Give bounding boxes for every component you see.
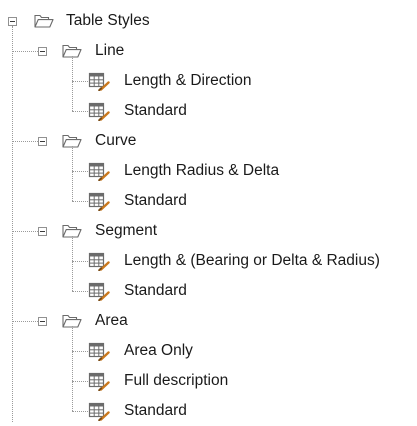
tree-connector [72,351,88,352]
tree-leaf-label: Length & (Bearing or Delta & Radius) [124,252,380,269]
tree-leaf-style[interactable] [60,276,417,306]
tree-connector [12,51,38,52]
tree-connector [12,321,38,322]
table-style-icon [88,192,110,211]
tree-leaf-label: Length & Direction [124,72,252,89]
tree-connector [72,111,88,112]
tree-connector [72,261,88,262]
tree-connector [72,381,88,382]
table-style-icon [88,342,110,361]
group-expander[interactable] [38,227,47,236]
tree-leaf-label: Standard [124,192,187,209]
tree-connector [12,141,38,142]
table-style-icon [88,282,110,301]
tree-connector [72,146,73,201]
tree-connector [72,411,88,412]
tree-connector [72,236,73,291]
tree-connector [72,201,88,202]
tree-connector [12,26,13,422]
tree-leaf-label: Length Radius & Delta [124,162,280,179]
tree-leaf-label: Standard [124,282,187,299]
tree-node-label: Area [95,312,128,329]
table-style-icon [88,102,110,121]
table-styles-tree[interactable]: Table Styles Line Length & Direction Standa… [0,0,417,422]
tree-leaf-label: Standard [124,102,187,119]
folder-open-icon [34,14,54,28]
tree-node-label: Table Styles [66,12,150,29]
tree-connector [72,171,88,172]
table-style-icon [88,372,110,391]
tree-leaf-label: Full description [124,372,229,389]
table-style-icon [88,72,110,91]
tree-leaf-style[interactable] [60,366,417,396]
group-expander[interactable] [38,137,47,146]
table-style-icon [88,162,110,181]
tree-connector [72,326,73,411]
root-expander[interactable] [8,17,17,26]
tree-node-table-styles[interactable] [0,6,417,36]
tree-connector [72,291,88,292]
tree-leaf-style[interactable] [60,96,417,126]
tree-node-label: Segment [95,222,158,239]
tree-node-label: Curve [95,132,137,149]
tree-connector [12,231,38,232]
group-expander[interactable] [38,47,47,56]
table-style-icon [88,402,110,421]
table-style-icon [88,252,110,271]
tree-leaf-style[interactable] [60,186,417,216]
tree-leaf-style[interactable] [60,336,417,366]
tree-node-group[interactable] [30,126,417,156]
tree-connector [72,56,73,111]
tree-node-group[interactable] [30,306,417,336]
tree-node-label: Line [95,42,125,59]
tree-node-group[interactable] [30,216,417,246]
tree-node-group[interactable] [30,36,417,66]
group-expander[interactable] [38,317,47,326]
tree-leaf-label: Area Only [124,342,193,359]
tree-connector [72,81,88,82]
